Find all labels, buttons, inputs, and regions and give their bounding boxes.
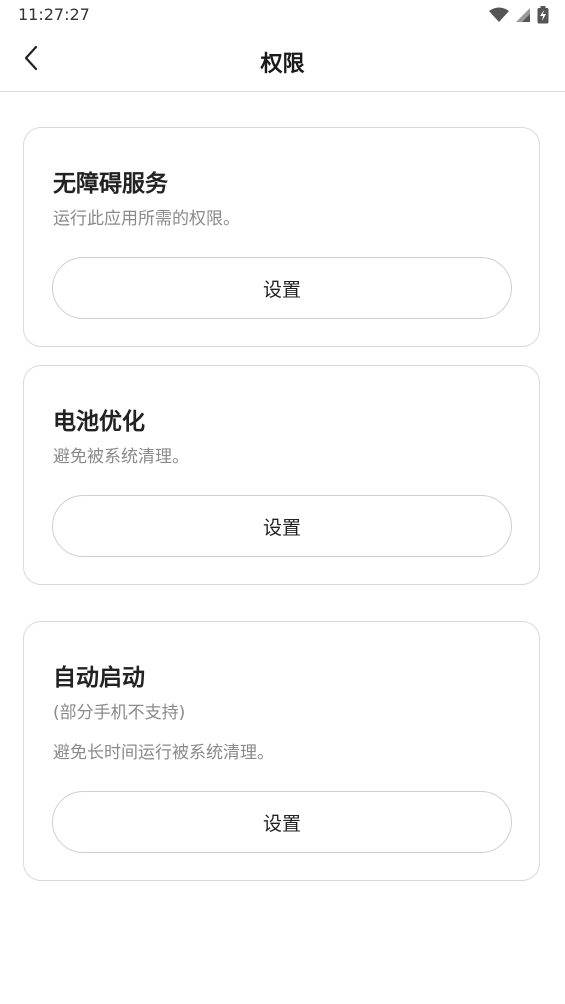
- auto-start-settings-button[interactable]: 设置: [52, 791, 512, 853]
- battery-settings-button[interactable]: 设置: [52, 495, 512, 557]
- page-title: 权限: [260, 52, 305, 77]
- card-description: 运行此应用所需的权限。: [53, 209, 240, 229]
- card-title: 自动启动: [53, 665, 145, 691]
- battery-charging-icon: [537, 6, 549, 28]
- card-title: 电池优化: [53, 409, 145, 435]
- battery-optimization-card: 电池优化 避免被系统清理。 设置: [23, 365, 540, 585]
- status-bar: 11:27:27: [0, 0, 565, 32]
- card-note: (部分手机不支持): [53, 703, 186, 723]
- app-bar: 权限: [0, 32, 565, 92]
- auto-start-card: 自动启动 (部分手机不支持) 避免长时间运行被系统清理。 设置: [23, 621, 540, 881]
- signal-icon: [515, 7, 531, 27]
- wifi-icon: [489, 7, 509, 27]
- card-title: 无障碍服务: [53, 171, 168, 197]
- card-description: 避免长时间运行被系统清理。: [53, 743, 274, 763]
- accessibility-service-card: 无障碍服务 运行此应用所需的权限。 设置: [23, 127, 540, 347]
- status-time: 11:27:27: [18, 5, 90, 24]
- card-description: 避免被系统清理。: [53, 447, 189, 467]
- accessibility-settings-button[interactable]: 设置: [52, 257, 512, 319]
- status-icons: [489, 6, 549, 28]
